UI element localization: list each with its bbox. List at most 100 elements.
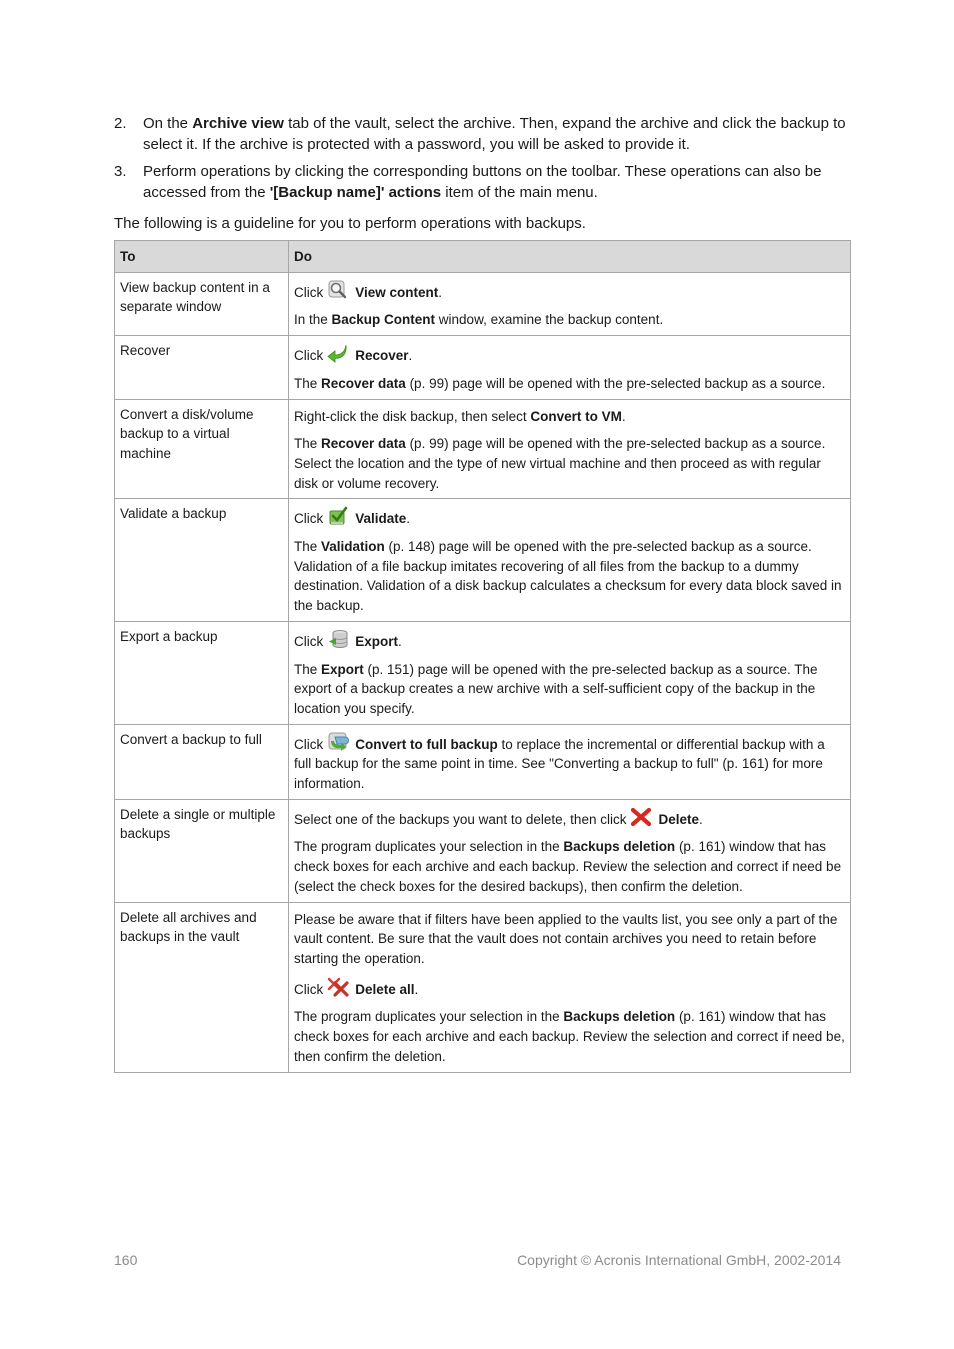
header-do: Do (288, 240, 851, 273)
table-row: Convert a disk/volume backup to a virtua… (114, 398, 851, 500)
cell-to: Recover (114, 335, 289, 400)
text-run: item of the main menu. (441, 184, 598, 201)
step-text: Perform operations by clicking the corre… (143, 161, 851, 203)
text-run: Please be aware that if filters have bee… (294, 911, 838, 966)
instruction-paragraph: The program duplicates your selection in… (294, 1007, 845, 1066)
cell-do: Click View content. In the Backup Content … (288, 271, 851, 337)
cell-do: Click Validate. The Validation (p. 148) pa… (288, 498, 851, 622)
magnifier-icon (327, 280, 349, 300)
text-run: Click (294, 633, 324, 649)
cell-to: Delete a single or multiple backups (114, 798, 289, 903)
bold-run: Export (321, 661, 364, 677)
bold-run: Convert to VM (530, 408, 622, 424)
bold-run: View content (355, 284, 439, 300)
text-run: In the (294, 312, 332, 328)
step-number: 3. (114, 163, 127, 180)
text-run: The (294, 539, 322, 555)
text-run: (p. 151) page will be opened with the pr… (294, 661, 818, 716)
bold-run: Validate (355, 511, 407, 527)
text-run: window, examine the backup content. (435, 312, 664, 328)
bold-run: Export (355, 633, 399, 649)
bold-run: Backups deletion (563, 839, 676, 855)
table-row: Convert a backup to full Click Convert to … (114, 723, 851, 800)
instruction-paragraph: The Recover data (p. 99) page will be op… (294, 374, 845, 394)
text-run: On the (143, 115, 193, 132)
cell-do: Click Convert to full backup to replace t… (288, 723, 851, 800)
instruction-paragraph: Click Convert to full backup to replace t… (294, 732, 845, 794)
table-row: Recover Click Recover. The Recover data (p.… (114, 335, 851, 400)
instruction-paragraph: The Validation (p. 148) page will be ope… (294, 537, 845, 616)
bold-run: Backup Content (331, 312, 436, 328)
cell-do: Click Recover. The Recover data (p. 99) pa… (288, 335, 851, 400)
text-run: Select one of the backups you want to de… (294, 811, 627, 827)
convert-full-icon (327, 732, 350, 752)
table-row: Export a backup Click Export. The Export (p… (114, 620, 851, 725)
text-run: . (699, 811, 703, 827)
text-run: . (621, 408, 626, 424)
step-item: 2. On the Archive view tab of the vault,… (114, 113, 851, 155)
text-run: The (294, 661, 322, 677)
instruction-paragraph: The program duplicates your selection in… (294, 837, 845, 896)
instruction-paragraph: Select one of the backups you want to de… (294, 807, 845, 830)
instruction-paragraph: In the Backup Content window, examine th… (294, 310, 845, 330)
cell-to: Convert a disk/volume backup to a virtua… (114, 398, 289, 500)
cell-to: View backup content in a separate window (114, 271, 289, 337)
instruction-paragraph: Please be aware that if filters have bee… (294, 910, 845, 969)
instruction-paragraph: Right-click the disk backup, then select… (294, 407, 845, 427)
instruction-paragraph: Click Validate. (294, 506, 845, 529)
bold-run: Delete (658, 811, 699, 827)
page-number: 160 (114, 1252, 138, 1268)
header-to: To (114, 240, 289, 273)
bold-run: Delete all (355, 981, 415, 997)
export-database-icon (327, 629, 349, 649)
table-row: Validate a backup Click Validate. The Valid… (114, 498, 851, 622)
table-row: View backup content in a separate window… (114, 271, 851, 337)
bold-run: Recover data (321, 436, 406, 452)
instruction-paragraph: Click View content. (294, 280, 845, 303)
text-run: . (438, 284, 443, 300)
cell-do: Select one of the backups you want to de… (288, 798, 851, 903)
text-run: Click (294, 511, 324, 527)
instruction-paragraph: Click Delete all. (294, 977, 845, 1000)
cell-do: Please be aware that if filters have bee… (288, 901, 851, 1073)
text-run: Click (294, 284, 324, 300)
step-number: 2. (114, 115, 127, 132)
text-run: . (408, 348, 413, 364)
text-run: The program duplicates your selection in… (294, 839, 564, 855)
step-item: 3. Perform operations by clicking the co… (114, 161, 851, 203)
bold-run: Archive view (192, 115, 284, 132)
instruction-paragraph: The Recover data (p. 99) page will be op… (294, 434, 845, 493)
delete-all-icon (327, 977, 349, 997)
cell-do: Click Export. The Export (p. 151) page wil… (288, 620, 851, 725)
cell-do: Right-click the disk backup, then select… (288, 398, 851, 500)
cell-to: Export a backup (114, 620, 289, 725)
bold-run: Recover (355, 348, 409, 364)
bold-run: Validation (321, 539, 385, 555)
table-row: Delete a single or multiple backups Selec… (114, 798, 851, 903)
instruction-paragraph: Click Recover. (294, 343, 845, 366)
table-row: Delete all archives and backups in the v… (114, 901, 851, 1073)
text-run: The (294, 436, 322, 452)
bold-run: Convert to full backup (355, 736, 498, 752)
step-text: On the Archive view tab of the vault, se… (143, 113, 851, 155)
intro-paragraph: The following is a guideline for you to … (114, 215, 586, 232)
bold-run: Recover data (321, 375, 406, 391)
validate-check-icon (327, 506, 349, 526)
table-header-row: To Do (114, 240, 851, 273)
text-run: Right-click the disk backup, then select (294, 408, 531, 424)
text-run: (p. 99) page will be opened with the pre… (405, 375, 826, 391)
instruction-paragraph: The Export (p. 151) page will be opened … (294, 660, 845, 719)
text-run: Click (294, 981, 324, 997)
recover-arrow-icon (327, 343, 349, 363)
text-run: The program duplicates your selection in… (294, 1009, 564, 1025)
bold-run: '[Backup name]' actions (269, 184, 442, 201)
text-run: The (294, 375, 322, 391)
cell-to: Convert a backup to full (114, 723, 289, 800)
copyright-text: Copyright © Acronis International GmbH, … (517, 1252, 841, 1268)
text-run: Click (294, 736, 324, 752)
bold-run: Backups deletion (563, 1009, 676, 1025)
operations-table: To Do View backup content in a separate … (114, 240, 851, 1073)
text-run: Click (294, 348, 324, 364)
cell-to: Validate a backup (114, 498, 289, 622)
steps-list: 2. On the Archive view tab of the vault,… (114, 113, 851, 209)
